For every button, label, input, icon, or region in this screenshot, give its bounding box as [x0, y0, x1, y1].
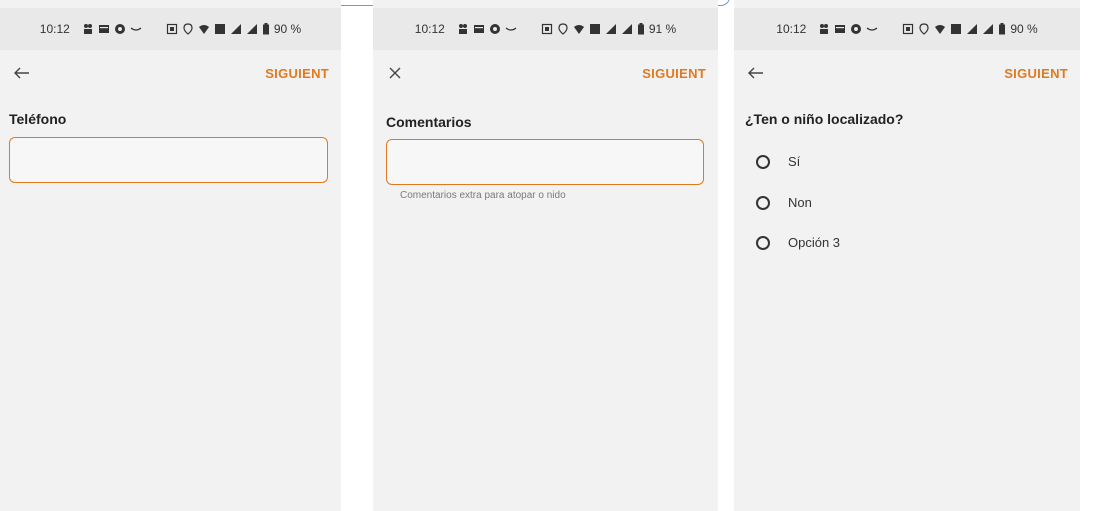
nfc-icon [541, 23, 553, 35]
phone-input[interactable] [9, 137, 328, 183]
back-arrow-icon[interactable] [744, 61, 768, 85]
status-time: 10:12 [39, 22, 70, 36]
battery-percent: 90 % [273, 22, 302, 36]
radio-unchecked-icon[interactable] [756, 154, 770, 169]
nfc-icon [902, 23, 914, 35]
battery-percent: 90 % [1010, 22, 1038, 36]
notification-icon [818, 23, 830, 35]
battery-icon [262, 23, 270, 35]
location-icon [918, 23, 930, 35]
radio-option-non[interactable]: Non [756, 195, 812, 210]
notification-icon [82, 23, 94, 35]
battery-percent: 91 % [648, 22, 677, 36]
back-arrow-icon[interactable] [10, 61, 34, 85]
signal-icon [230, 23, 242, 35]
wifi-icon [934, 23, 946, 35]
signal-icon [605, 23, 617, 35]
signal-icon-2 [246, 23, 258, 35]
app-bar: SIGUIENT [373, 50, 718, 96]
wifi-icon [573, 23, 585, 35]
radio-option-label: Sí [788, 154, 801, 169]
screen-question: 10:12 90 % SIGUIENT ¿Ten o niño localiza… [734, 0, 1080, 511]
data-icon [950, 23, 962, 35]
status-bar: 10:12 [734, 8, 1080, 50]
app-icon [850, 23, 862, 35]
question-label: ¿Ten o niño localizado? [745, 111, 904, 127]
status-bar: 10:12 [373, 8, 718, 50]
comments-hint: Comentarios extra para atopar o nido [400, 190, 566, 201]
next-button[interactable]: SIGUIENT [265, 66, 329, 81]
status-time: 10:12 [414, 22, 445, 36]
radio-unchecked-icon[interactable] [756, 235, 770, 250]
app-bar: SIGUIENT [734, 50, 1080, 96]
comments-input[interactable] [386, 139, 704, 185]
nfc-icon [166, 23, 178, 35]
signal-icon-2 [621, 23, 633, 35]
app-bar: SIGUIENT [0, 50, 341, 96]
message-icon [98, 23, 110, 35]
screen-phone: 10:12 90 % SIGUIENT Teléfono [0, 0, 341, 511]
location-icon [557, 23, 569, 35]
signal-icon-2 [982, 23, 994, 35]
radio-option-3[interactable]: Opción 3 [756, 235, 840, 250]
message-icon [834, 23, 846, 35]
radio-option-label: Non [788, 195, 812, 210]
radio-option-si[interactable]: Sí [756, 154, 800, 169]
wifi-icon [198, 23, 210, 35]
next-button[interactable]: SIGUIENT [1004, 66, 1068, 81]
radio-option-label: Opción 3 [788, 235, 841, 250]
app-icon [489, 23, 501, 35]
phone-label: Teléfono [9, 111, 67, 127]
data-icon [214, 23, 226, 35]
wave-icon [505, 23, 517, 35]
next-button[interactable]: SIGUIENT [642, 66, 706, 81]
status-bar: 10:12 [0, 8, 341, 50]
battery-icon [637, 23, 645, 35]
status-icons: 90 % [82, 22, 301, 36]
wave-icon [130, 23, 142, 35]
battery-icon [998, 23, 1006, 35]
app-icon [114, 23, 126, 35]
notification-icon [457, 23, 469, 35]
close-icon[interactable] [383, 61, 407, 85]
radio-unchecked-icon[interactable] [756, 195, 770, 210]
comments-label: Comentarios [386, 114, 472, 130]
status-icons: 90 % [818, 22, 1038, 36]
signal-icon [966, 23, 978, 35]
status-time: 10:12 [776, 22, 807, 36]
screen-comments: 10:12 91 % SIGUIENT Comentarios Comentar… [373, 0, 718, 511]
wave-icon [866, 23, 878, 35]
message-icon [473, 23, 485, 35]
location-icon [182, 23, 194, 35]
data-icon [589, 23, 601, 35]
status-icons: 91 % [457, 22, 676, 36]
